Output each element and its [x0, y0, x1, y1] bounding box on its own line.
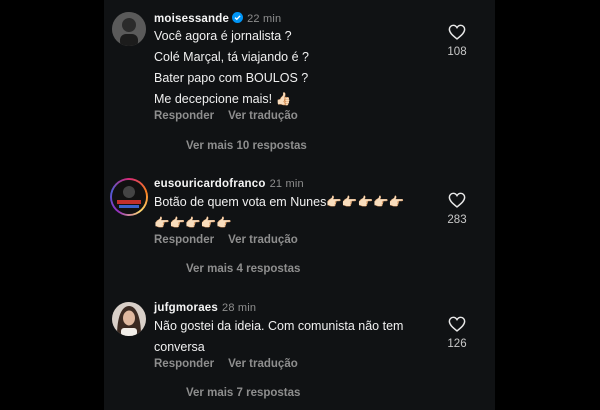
- heart-icon[interactable]: [448, 316, 466, 332]
- like-block: 108: [437, 24, 477, 58]
- heart-icon[interactable]: [448, 192, 466, 208]
- reply-button[interactable]: Responder: [154, 234, 214, 246]
- view-more-replies-button[interactable]: Ver mais 7 respostas: [186, 387, 300, 399]
- more-replies-label: Ver mais 10 respostas: [186, 140, 307, 152]
- comment-line: Bater papo com BOULOS ?: [154, 71, 309, 85]
- comment-time: 21 min: [269, 178, 304, 190]
- comment-item: eusouricardofranco 21 min Botão de quem v…: [104, 178, 495, 283]
- comment-header: jufgmoraes 28 min: [154, 302, 256, 314]
- avatar[interactable]: [112, 302, 146, 336]
- comment-line: 👉🏻👉🏻👉🏻👉🏻👉🏻: [154, 216, 232, 230]
- comment-header: moisessande 22 min: [154, 12, 281, 26]
- comment-line: Não gostei da ideia. Com comunista não t…: [154, 319, 404, 333]
- comment-text: Botão de quem vota em Nunes👉🏻👉🏻👉🏻👉🏻👉🏻 👉🏻…: [154, 192, 449, 234]
- view-more-replies-button[interactable]: Ver mais 4 respostas: [186, 263, 300, 275]
- comment-actions: Responder Ver tradução: [154, 358, 312, 370]
- comments-panel: moisessande 22 min Você agora é jornalist…: [104, 0, 495, 410]
- see-translation-button[interactable]: Ver tradução: [228, 234, 298, 246]
- like-block: 126: [437, 316, 477, 350]
- see-translation-button[interactable]: Ver tradução: [228, 110, 298, 122]
- avatar[interactable]: [112, 12, 146, 46]
- username-link[interactable]: jufgmoraes: [154, 302, 218, 314]
- like-count: 283: [447, 214, 467, 226]
- more-replies-label: Ver mais 7 respostas: [186, 387, 301, 399]
- comment-actions: Responder Ver tradução: [154, 110, 312, 122]
- comment-item: moisessande 22 min Você agora é jornalist…: [104, 10, 495, 160]
- comment-text: Não gostei da ideia. Com comunista não t…: [154, 316, 449, 358]
- comment-line: Colé Marçal, tá viajando é ?: [154, 50, 309, 64]
- like-block: 283: [437, 192, 477, 226]
- comment-line: Botão de quem vota em Nunes👉🏻👉🏻👉🏻👉🏻👉🏻: [154, 195, 405, 209]
- reply-button[interactable]: Responder: [154, 358, 214, 370]
- username-link[interactable]: moisessande: [154, 13, 229, 25]
- more-replies-label: Ver mais 4 respostas: [186, 263, 301, 275]
- comment-item: jufgmoraes 28 min Não gostei da ideia. Co…: [104, 302, 495, 407]
- avatar[interactable]: [112, 180, 146, 214]
- verified-badge-icon: [232, 12, 244, 26]
- comment-line: conversa: [154, 340, 205, 354]
- username-link[interactable]: eusouricardofranco: [154, 178, 266, 190]
- comment-text: Você agora é jornalista ? Colé Marçal, t…: [154, 26, 449, 110]
- comment-time: 22 min: [247, 13, 282, 25]
- comment-time: 28 min: [222, 302, 257, 314]
- heart-icon[interactable]: [448, 24, 466, 40]
- view-more-replies-button[interactable]: Ver mais 10 respostas: [186, 140, 307, 152]
- like-count: 126: [447, 338, 467, 350]
- comment-header: eusouricardofranco 21 min: [154, 178, 304, 190]
- see-translation-button[interactable]: Ver tradução: [228, 358, 298, 370]
- comment-actions: Responder Ver tradução: [154, 234, 312, 246]
- like-count: 108: [447, 46, 467, 58]
- reply-button[interactable]: Responder: [154, 110, 214, 122]
- comment-line: Me decepcione mais! 👍🏻: [154, 92, 292, 106]
- comment-line: Você agora é jornalista ?: [154, 29, 292, 43]
